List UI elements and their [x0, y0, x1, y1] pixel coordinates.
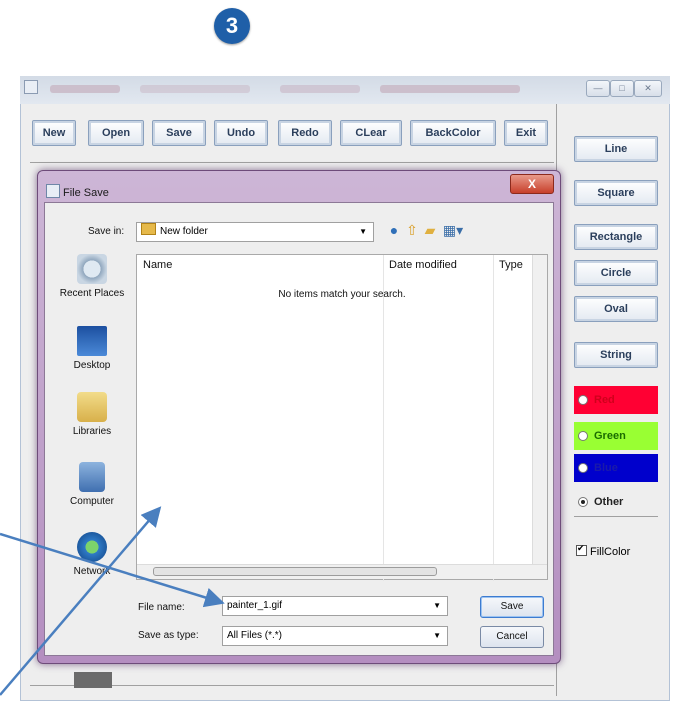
annotation-arrows	[0, 506, 225, 696]
arrow-to-file-list	[0, 506, 162, 696]
